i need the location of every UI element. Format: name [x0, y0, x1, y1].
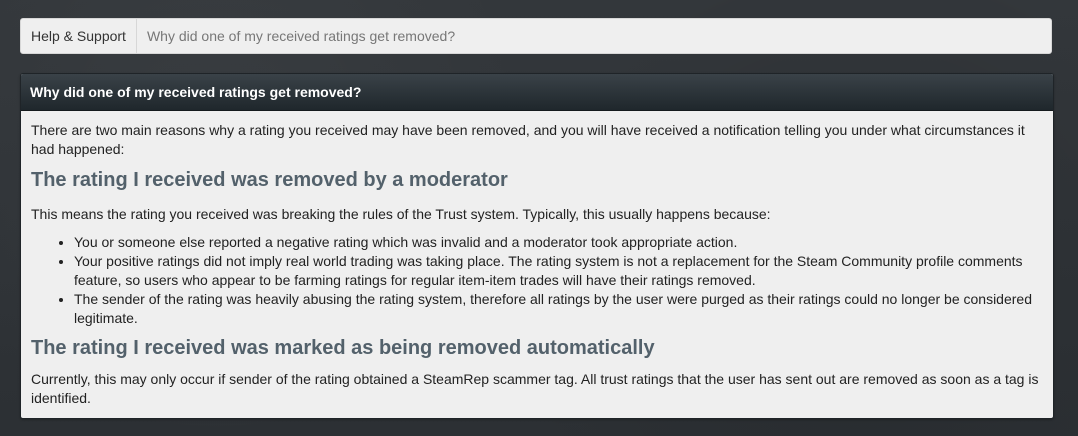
list-item: Your positive ratings did not imply real… [74, 252, 1043, 290]
article-title: Why did one of my received ratings get r… [21, 74, 1053, 111]
moderator-removal-reasons-list: You or someone else reported a negative … [31, 233, 1043, 328]
list-item: The sender of the rating was heavily abu… [74, 290, 1043, 328]
article-panel: Why did one of my received ratings get r… [20, 73, 1054, 419]
section-body-automatic-removal: Currently, this may only occur if sender… [31, 371, 1039, 406]
article-body: There are two main reasons why a rating … [21, 111, 1053, 408]
section-title-moderator-removal: The rating I received was removed by a m… [31, 169, 508, 191]
breadcrumb: Help & Support Why did one of my receive… [20, 18, 1052, 54]
breadcrumb-help-support-link[interactable]: Help & Support [21, 19, 137, 53]
list-item: You or someone else reported a negative … [74, 233, 1043, 252]
section-title-automatic-removal: The rating I received was marked as bein… [31, 337, 655, 359]
breadcrumb-current-page: Why did one of my received ratings get r… [146, 28, 456, 44]
article-intro: There are two main reasons why a rating … [31, 122, 1025, 157]
section-lead-moderator-removal: This means the rating you received was b… [31, 206, 771, 222]
